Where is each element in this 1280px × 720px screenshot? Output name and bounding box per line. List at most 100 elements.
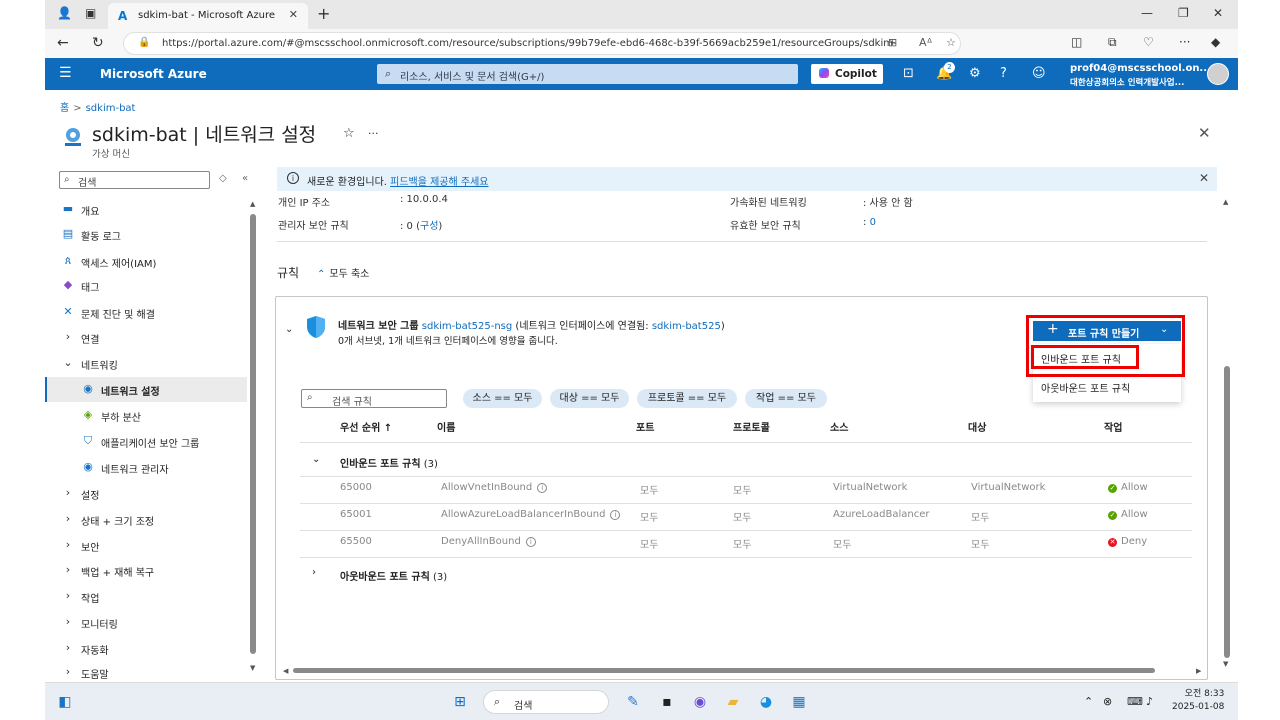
account-email[interactable]: prof04@mscsschool.on...: [1070, 63, 1211, 74]
content-scrollbar[interactable]: ▲ ▼: [1223, 198, 1231, 668]
sidebar-item-network-manager[interactable]: ◉ 네트워크 관리자: [45, 455, 247, 480]
sidebar-scroll-thumb[interactable]: [250, 214, 256, 654]
expand-icon[interactable]: ◇: [219, 173, 227, 184]
sidebar-item-connect[interactable]: › 연결: [45, 325, 247, 350]
destination-filter-pill[interactable]: 대상 == 모두: [550, 389, 629, 408]
sidebar-item-backup[interactable]: › 백업 + 재해 복구: [45, 558, 247, 583]
apps-icon[interactable]: ⊞: [888, 36, 897, 49]
network-icon[interactable]: ⌨: [1127, 695, 1143, 708]
url-field[interactable]: 🔒 https://portal.azure.com/#@mscsschool.…: [123, 32, 961, 55]
collections-icon[interactable]: ⧉: [1108, 35, 1117, 50]
configure-link[interactable]: 구성: [420, 221, 438, 232]
rule-search-input[interactable]: ⌕ 검색 규칙: [301, 389, 447, 408]
col-name[interactable]: 이름: [437, 419, 455, 434]
col-destination[interactable]: 대상: [968, 419, 986, 434]
breadcrumb-home[interactable]: 홈: [60, 103, 69, 114]
edge-icon[interactable]: ◕: [756, 692, 776, 712]
horizontal-scrollbar[interactable]: ◀ ▶: [283, 667, 1205, 675]
close-blade-icon[interactable]: ✕: [1198, 124, 1211, 142]
info-icon[interactable]: i: [525, 537, 536, 547]
inbound-group-row[interactable]: ⌄ 인바운드 포트 규칙 (3): [312, 454, 712, 470]
account-org[interactable]: 대한상공회의소 인력개발사업...: [1070, 76, 1184, 88]
profile-icon[interactable]: 👤: [57, 6, 72, 20]
restore-button[interactable]: ❐: [1178, 6, 1189, 20]
sidebar-item-monitoring[interactable]: › 모니터링: [45, 610, 247, 635]
cloud-shell-icon[interactable]: ⊡: [903, 66, 914, 81]
settings-gear-icon[interactable]: ⚙: [969, 66, 981, 81]
taskbar-search[interactable]: ⌕ 검색: [483, 690, 609, 714]
windows-start-icon[interactable]: ⊞: [450, 692, 470, 712]
sidebar-item-operations[interactable]: › 작업: [45, 584, 247, 609]
sidebar-item-automation[interactable]: › 자동화: [45, 636, 247, 661]
sidebar-item-iam[interactable]: ጰ 액세스 제어(IAM): [45, 249, 247, 274]
collapse-all-button[interactable]: ⌃ 모두 축소: [317, 265, 369, 280]
collapse-sidebar-icon[interactable]: «: [242, 173, 248, 184]
split-screen-icon[interactable]: ◫: [1071, 35, 1082, 49]
new-tab-button[interactable]: +: [317, 4, 330, 23]
feedback-link[interactable]: 피드백을 제공해 주세요: [390, 177, 488, 188]
tray-chevron-icon[interactable]: ⌃: [1084, 695, 1093, 708]
tab-close-icon[interactable]: ✕: [289, 8, 298, 21]
window-close-button[interactable]: ✕: [1213, 6, 1223, 20]
more-actions-icon[interactable]: ···: [368, 127, 379, 140]
col-priority[interactable]: 우선 순위 ↑: [340, 419, 392, 434]
sidebar-item-help[interactable]: › 도움말: [45, 660, 247, 680]
col-port[interactable]: 포트: [636, 419, 654, 434]
refresh-button[interactable]: ↻: [92, 35, 104, 51]
file-explorer-icon[interactable]: ▰: [723, 692, 743, 712]
copilot-button[interactable]: Copilot: [811, 64, 883, 84]
sidebar-item-overview[interactable]: ▬ 개요: [45, 197, 247, 222]
sidebar-item-network-settings[interactable]: ◉ 네트워크 설정: [45, 377, 247, 402]
sidebar-item-app-security-groups[interactable]: ⛉ 애플리케이션 보안 그룹: [45, 429, 247, 454]
sidebar-item-activity-log[interactable]: ▤ 활동 로그: [45, 222, 247, 247]
nic-link[interactable]: sdkim-bat525: [652, 321, 721, 332]
col-action[interactable]: 작업: [1104, 419, 1122, 434]
help-icon[interactable]: ?: [1000, 66, 1007, 81]
outbound-port-rule-option[interactable]: 아웃바운드 포트 규칙: [1041, 380, 1130, 395]
sidebar-search-input[interactable]: ⌕ 검색: [59, 171, 210, 189]
global-search-input[interactable]: ⌕ 리소스, 서비스 및 문서 검색(G+/): [377, 64, 798, 84]
tab-actions-icon[interactable]: ▣: [85, 6, 96, 20]
teams-icon[interactable]: ◉: [690, 692, 710, 712]
copilot-app-icon[interactable]: ✎: [623, 692, 643, 712]
sidebar-item-availability[interactable]: › 상태 + 크기 조정: [45, 507, 247, 532]
read-aloud-icon[interactable]: Aᐞ: [919, 36, 933, 49]
brand-title[interactable]: Microsoft Azure: [100, 67, 207, 81]
favorite-icon[interactable]: ☆: [343, 126, 355, 141]
sidebar-item-load-balancing[interactable]: ◈ 부하 분산: [45, 403, 247, 428]
copilot-browser-icon[interactable]: ◆: [1211, 35, 1220, 49]
minimize-button[interactable]: —: [1141, 6, 1153, 20]
info-icon[interactable]: i: [537, 483, 548, 493]
sidebar-item-security[interactable]: › 보안: [45, 533, 247, 558]
sidebar-item-tags[interactable]: ◆ 태그: [45, 273, 247, 298]
col-protocol[interactable]: 프로토콜: [733, 419, 770, 434]
menu-icon[interactable]: ☰: [59, 65, 72, 81]
extensions-icon[interactable]: ♡: [1143, 35, 1154, 49]
sidebar-item-networking[interactable]: ⌄ 네트워킹: [45, 351, 247, 376]
sidebar-item-settings[interactable]: › 설정: [45, 481, 247, 506]
volume-icon[interactable]: ♪: [1146, 695, 1153, 708]
favorite-star-icon[interactable]: ☆: [946, 36, 956, 49]
more-icon[interactable]: ···: [1179, 35, 1190, 49]
back-button[interactable]: ←: [57, 35, 69, 51]
protocol-filter-pill[interactable]: 프로토콜 == 모두: [637, 389, 737, 408]
content-scroll-thumb[interactable]: [1224, 366, 1230, 658]
breadcrumb-resource[interactable]: sdkim-bat: [86, 103, 136, 114]
sidebar-scrollbar[interactable]: ▲ ▼: [250, 198, 256, 676]
effective-rules-link[interactable]: 0: [870, 217, 876, 228]
horizontal-scroll-thumb[interactable]: [293, 668, 1155, 673]
browser-tab[interactable]: A sdkim-bat - Microsoft Azure ✕: [108, 3, 308, 29]
sidebar-item-diagnose[interactable]: ✕ 문제 진단 및 해결: [45, 300, 247, 325]
avatar[interactable]: [1207, 63, 1229, 85]
banner-close-icon[interactable]: ✕: [1199, 171, 1209, 185]
nsg-expand-chevron-icon[interactable]: ⌄: [285, 324, 293, 335]
widgets-icon[interactable]: ◧: [55, 692, 75, 712]
feedback-icon[interactable]: ☺: [1032, 66, 1046, 81]
clock[interactable]: 오전 8:33 2025-01-08: [1172, 688, 1224, 714]
store-icon[interactable]: ▦: [789, 692, 809, 712]
source-filter-pill[interactable]: 소스 == 모두: [463, 389, 542, 408]
info-icon[interactable]: i: [610, 510, 621, 520]
outbound-group-row[interactable]: › 아웃바운드 포트 규칙 (3): [312, 567, 712, 583]
action-filter-pill[interactable]: 작업 == 모두: [745, 389, 827, 408]
tray-app-icon[interactable]: ⊗: [1103, 695, 1112, 708]
